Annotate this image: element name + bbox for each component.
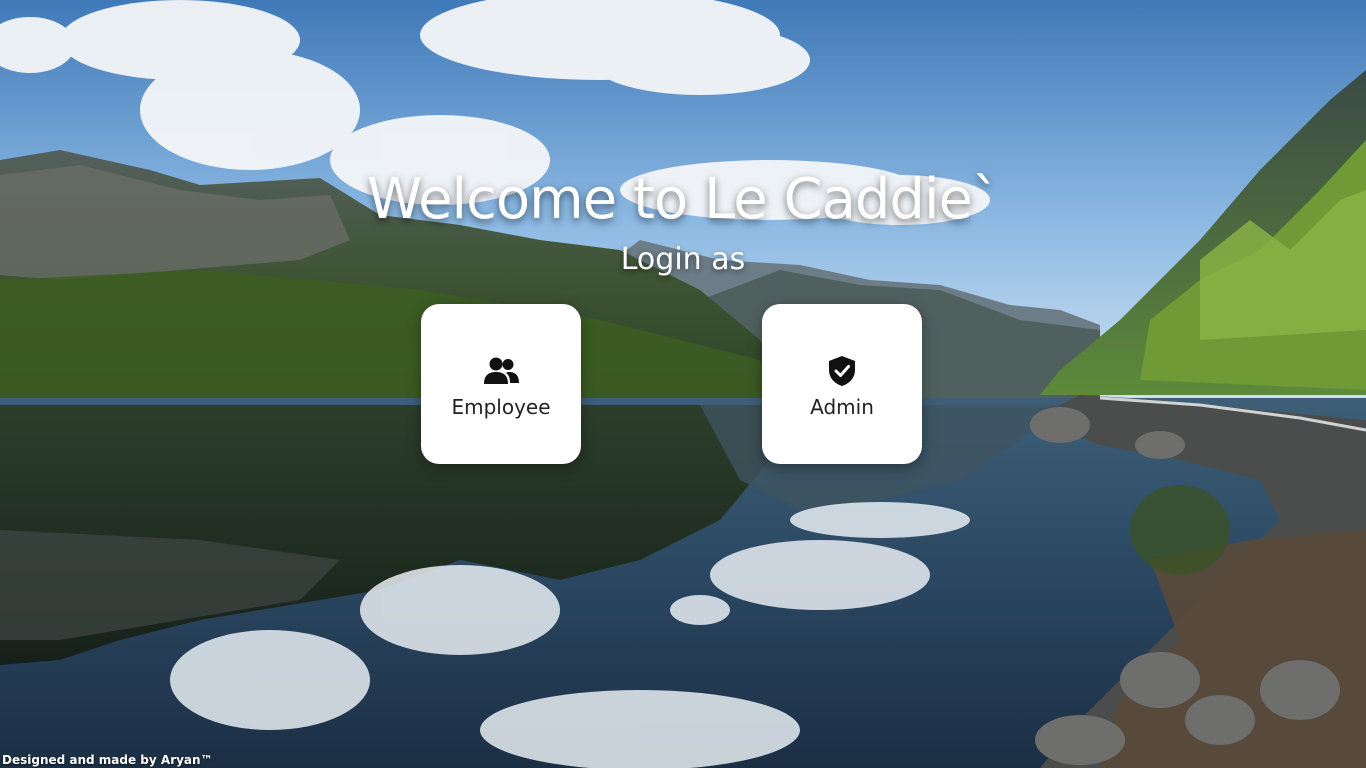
employee-login-button[interactable]: Employee	[421, 304, 581, 464]
shield-check-icon	[822, 353, 862, 389]
login-screen: Welcome to Le Caddie` Login as Employee …	[0, 0, 1366, 768]
page-title: Welcome to Le Caddie`	[367, 167, 1000, 232]
login-as-label: Login as	[620, 242, 746, 277]
footer-credit: Designed and made by Aryan™	[2, 753, 213, 767]
landscape-background	[0, 0, 1366, 768]
employee-label: Employee	[451, 395, 551, 419]
admin-login-button[interactable]: Admin	[762, 304, 922, 464]
users-icon	[481, 353, 521, 389]
admin-label: Admin	[810, 395, 874, 419]
